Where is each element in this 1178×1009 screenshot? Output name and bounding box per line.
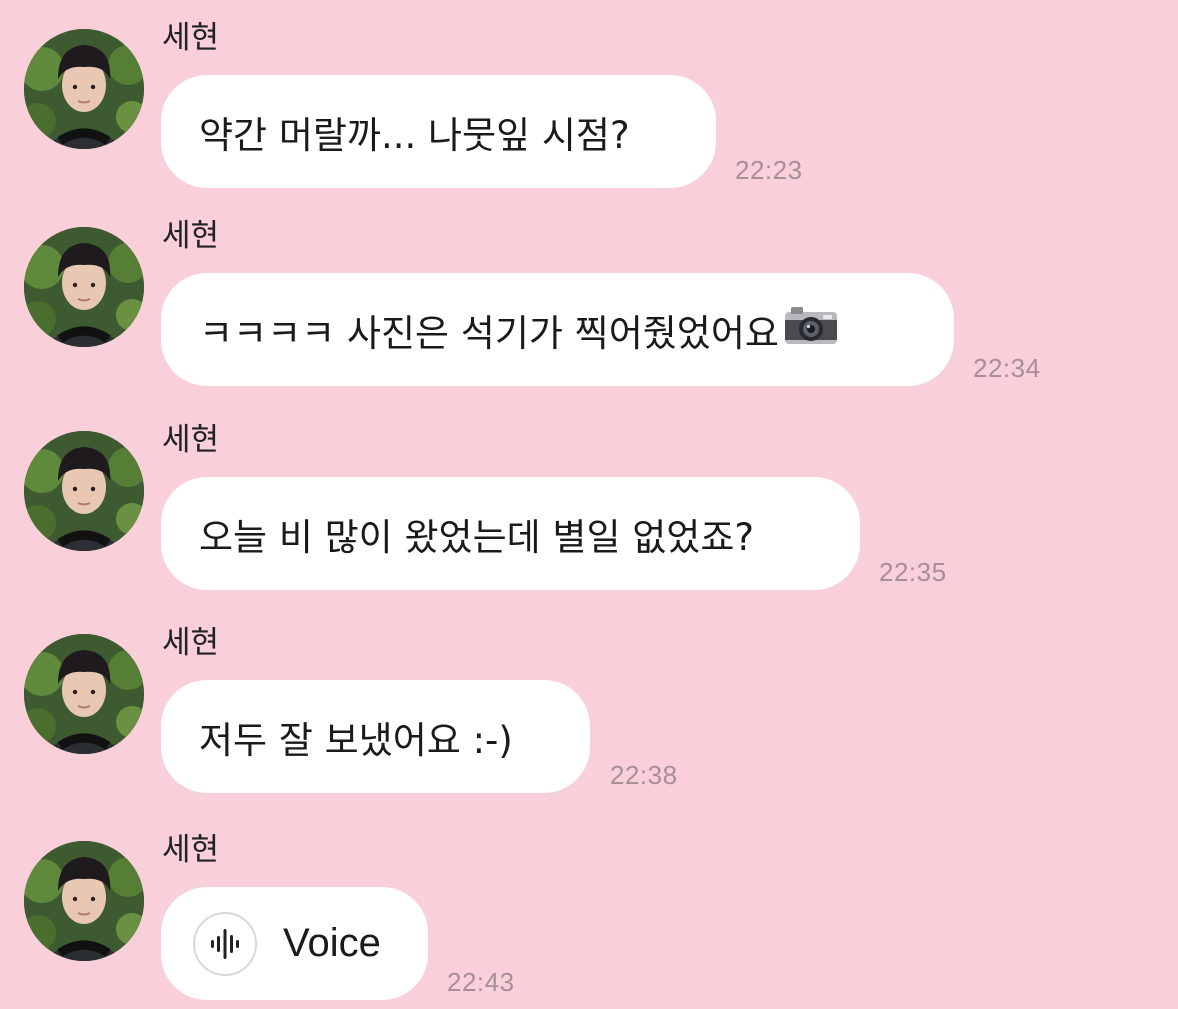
message-text: ㅋㅋㅋㅋ 사진은 석기가 찍어줬었어요 bbox=[199, 311, 779, 355]
avatar[interactable] bbox=[24, 29, 144, 149]
message-time: 22:35 bbox=[879, 557, 947, 587]
voice-message-bubble[interactable]: Voice bbox=[161, 887, 428, 1000]
message-time: 22:38 bbox=[610, 760, 678, 790]
message-time: 22:34 bbox=[973, 353, 1041, 383]
message-bubble[interactable]: ㅋㅋㅋㅋ 사진은 석기가 찍어줬었어요 bbox=[161, 273, 954, 386]
avatar[interactable] bbox=[24, 431, 144, 551]
sender-name: 세현 bbox=[162, 832, 220, 868]
message-time: 22:43 bbox=[447, 967, 515, 997]
message-bubble[interactable]: 오늘 비 많이 왔었는데 별일 없었죠? bbox=[161, 477, 860, 590]
message-bubble[interactable]: 약간 머랄까... 나뭇잎 시점? bbox=[161, 75, 716, 188]
message-text: 오늘 비 많이 왔었는데 별일 없었죠? bbox=[199, 515, 755, 559]
camera-icon bbox=[783, 304, 839, 355]
message-text: 약간 머랄까... 나뭇잎 시점? bbox=[199, 113, 630, 157]
message-bubble[interactable]: 저두 잘 보냈어요 :-) bbox=[161, 680, 590, 793]
avatar[interactable] bbox=[24, 841, 144, 961]
sender-name: 세현 bbox=[162, 625, 220, 661]
sender-name: 세현 bbox=[162, 20, 220, 56]
message-time: 22:23 bbox=[735, 155, 803, 185]
voice-waveform-icon bbox=[211, 928, 239, 959]
avatar[interactable] bbox=[24, 227, 144, 347]
avatar[interactable] bbox=[24, 634, 144, 754]
voice-play-button[interactable] bbox=[193, 911, 257, 976]
message-text: 저두 잘 보냈어요 :-) bbox=[199, 718, 513, 762]
sender-name: 세현 bbox=[162, 422, 220, 458]
voice-label: Voice bbox=[283, 921, 381, 965]
sender-name: 세현 bbox=[162, 218, 220, 254]
